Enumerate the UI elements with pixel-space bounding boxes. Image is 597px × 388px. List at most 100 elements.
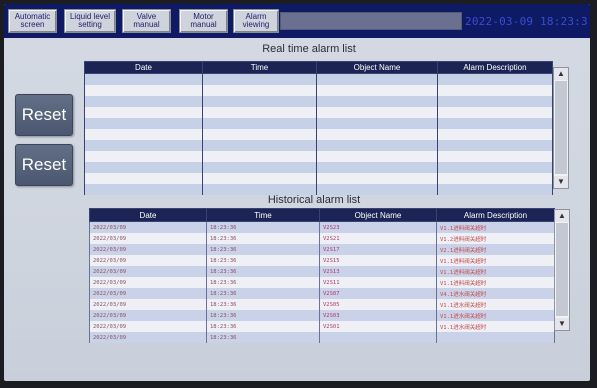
table-row <box>84 162 553 173</box>
cell-date: 2022/03/09 <box>89 255 207 266</box>
scroll-up-icon[interactable]: ▲ <box>555 210 569 222</box>
cell-object-name: V2S23 <box>319 221 437 233</box>
table-cell <box>316 173 438 184</box>
alarm-viewing-label: Alarm viewing <box>242 12 270 29</box>
table-cell <box>316 129 438 140</box>
rt-col-time: Time <box>202 61 317 74</box>
cell-date: 2022/03/09 <box>89 321 207 332</box>
table-row[interactable]: 2022/03/09 18:23:36 V2S13 V1.1进料阀关超时 <box>89 266 555 277</box>
cell-alarm-description: V1.2进料阀关超时 <box>436 233 555 244</box>
table-cell <box>202 140 317 151</box>
liquid-level-setting-label: Liquid level setting <box>69 12 111 29</box>
motor-manual-label: Motor manual <box>190 12 217 29</box>
cell-date: 2022/03/09 <box>89 244 207 255</box>
table-row <box>84 129 553 140</box>
clock-display: 2022-03-09 18:23:36 <box>465 15 587 28</box>
liquid-level-setting-button[interactable]: Liquid level setting <box>64 9 116 33</box>
cell-time: 18:23:36 <box>206 233 320 244</box>
cell-object-name: V2S01 <box>319 321 437 332</box>
table-cell <box>437 96 553 107</box>
table-row[interactable]: 2022/03/09 18:23:36 V2S23 V1.1进料阀关超时 <box>89 221 555 233</box>
scroll-up-icon[interactable]: ▲ <box>554 68 568 80</box>
cell-date: 2022/03/09 <box>89 288 207 299</box>
alarm-viewing-button[interactable]: Alarm viewing <box>233 9 279 33</box>
valve-manual-button[interactable]: Valve manual <box>122 9 171 33</box>
cell-alarm-description: V1.1进料阀关超时 <box>436 255 555 266</box>
reset-button-2[interactable]: Reset <box>15 144 73 186</box>
cell-object-name: V2S05 <box>319 299 437 310</box>
ht-col-alarm-description: Alarm Description <box>436 208 555 222</box>
scroll-thumb[interactable] <box>555 81 567 174</box>
scroll-down-icon[interactable]: ▼ <box>554 176 568 188</box>
table-cell <box>202 107 317 118</box>
table-row[interactable]: 2022/03/09 18:23:36 V2S15 V1.1进料阀关超时 <box>89 255 555 266</box>
table-cell <box>437 151 553 162</box>
scroll-thumb[interactable] <box>556 223 568 316</box>
cell-time: 18:23:36 <box>206 321 320 332</box>
table-row <box>84 85 553 96</box>
table-cell <box>202 162 317 173</box>
cell-time: 18:23:36 <box>206 266 320 277</box>
table-cell <box>316 73 438 85</box>
cell-date: 2022/03/09 <box>89 332 207 343</box>
cell-object-name: V2S07 <box>319 288 437 299</box>
cell-object-name: V2S15 <box>319 255 437 266</box>
table-row[interactable]: 2022/03/09 18:23:36 V2S21 V1.2进料阀关超时 <box>89 233 555 244</box>
table-cell <box>437 162 553 173</box>
cell-alarm-description: V1.1进料阀关超时 <box>436 221 555 233</box>
cell-date: 2022/03/09 <box>89 299 207 310</box>
alarm-message-bar <box>280 12 462 30</box>
table-row <box>84 118 553 129</box>
scroll-down-icon[interactable]: ▼ <box>555 318 569 330</box>
table-cell <box>316 118 438 129</box>
cell-alarm-description: V2.1进料阀关超时 <box>436 244 555 255</box>
cell-alarm-description: V1.1进料阀关超时 <box>436 266 555 277</box>
realtime-alarm-table: Date Time Object Name Alarm Description <box>84 61 553 195</box>
table-row[interactable]: 2022/03/09 18:23:36 V2S17 V2.1进料阀关超时 <box>89 244 555 255</box>
table-cell <box>202 85 317 96</box>
realtime-alarm-title: Real time alarm list <box>262 43 356 55</box>
table-row <box>84 73 553 85</box>
ht-col-time: Time <box>206 208 320 222</box>
valve-manual-label: Valve manual <box>133 12 160 29</box>
table-row[interactable]: 2022/03/09 18:23:36 V2S07 V4.1进水阀关超时 <box>89 288 555 299</box>
table-cell <box>84 184 203 195</box>
table-cell <box>437 118 553 129</box>
cell-time: 18:23:36 <box>206 332 320 343</box>
cell-object-name: V2S21 <box>319 233 437 244</box>
cell-alarm-description: V1.1进水阀关超时 <box>436 299 555 310</box>
cell-alarm-description: V1.1进水阀关超时 <box>436 321 555 332</box>
table-row[interactable]: 2022/03/09 18:23:36 <box>89 332 555 343</box>
table-row[interactable]: 2022/03/09 18:23:36 V2S01 V1.1进水阀关超时 <box>89 321 555 332</box>
reset-button-1[interactable]: Reset <box>15 94 73 136</box>
table-cell <box>437 73 553 85</box>
motor-manual-button[interactable]: Motor manual <box>179 9 228 33</box>
table-cell <box>84 96 203 107</box>
table-cell <box>202 118 317 129</box>
table-row[interactable]: 2022/03/09 18:23:36 V2S11 V1.1进料阀关超时 <box>89 277 555 288</box>
table-cell <box>316 140 438 151</box>
table-row[interactable]: 2022/03/09 18:23:36 V2S05 V1.1进水阀关超时 <box>89 299 555 310</box>
table-cell <box>202 73 317 85</box>
historical-scrollbar[interactable]: ▲ ▼ <box>554 209 570 331</box>
table-cell <box>316 162 438 173</box>
cell-alarm-description: V1.1进水阀关超时 <box>436 310 555 321</box>
rt-col-alarm-description: Alarm Description <box>437 61 553 74</box>
table-cell <box>202 151 317 162</box>
hmi-screen: Automatic screen Liquid level setting Va… <box>4 4 590 381</box>
table-row[interactable]: 2022/03/09 18:23:36 V2S03 V1.1进水阀关超时 <box>89 310 555 321</box>
historical-alarm-table: Date Time Object Name Alarm Description … <box>89 208 555 343</box>
table-cell <box>316 151 438 162</box>
cell-time: 18:23:36 <box>206 299 320 310</box>
automatic-screen-button[interactable]: Automatic screen <box>8 9 57 33</box>
table-cell <box>437 129 553 140</box>
ht-col-date: Date <box>89 208 207 222</box>
realtime-scrollbar[interactable]: ▲ ▼ <box>553 67 569 189</box>
cell-alarm-description: V1.1进料阀关超时 <box>436 277 555 288</box>
cell-alarm-description <box>436 332 555 343</box>
cell-time: 18:23:36 <box>206 244 320 255</box>
cell-time: 18:23:36 <box>206 277 320 288</box>
cell-object-name <box>319 332 437 343</box>
table-cell <box>437 140 553 151</box>
table-row <box>84 151 553 162</box>
